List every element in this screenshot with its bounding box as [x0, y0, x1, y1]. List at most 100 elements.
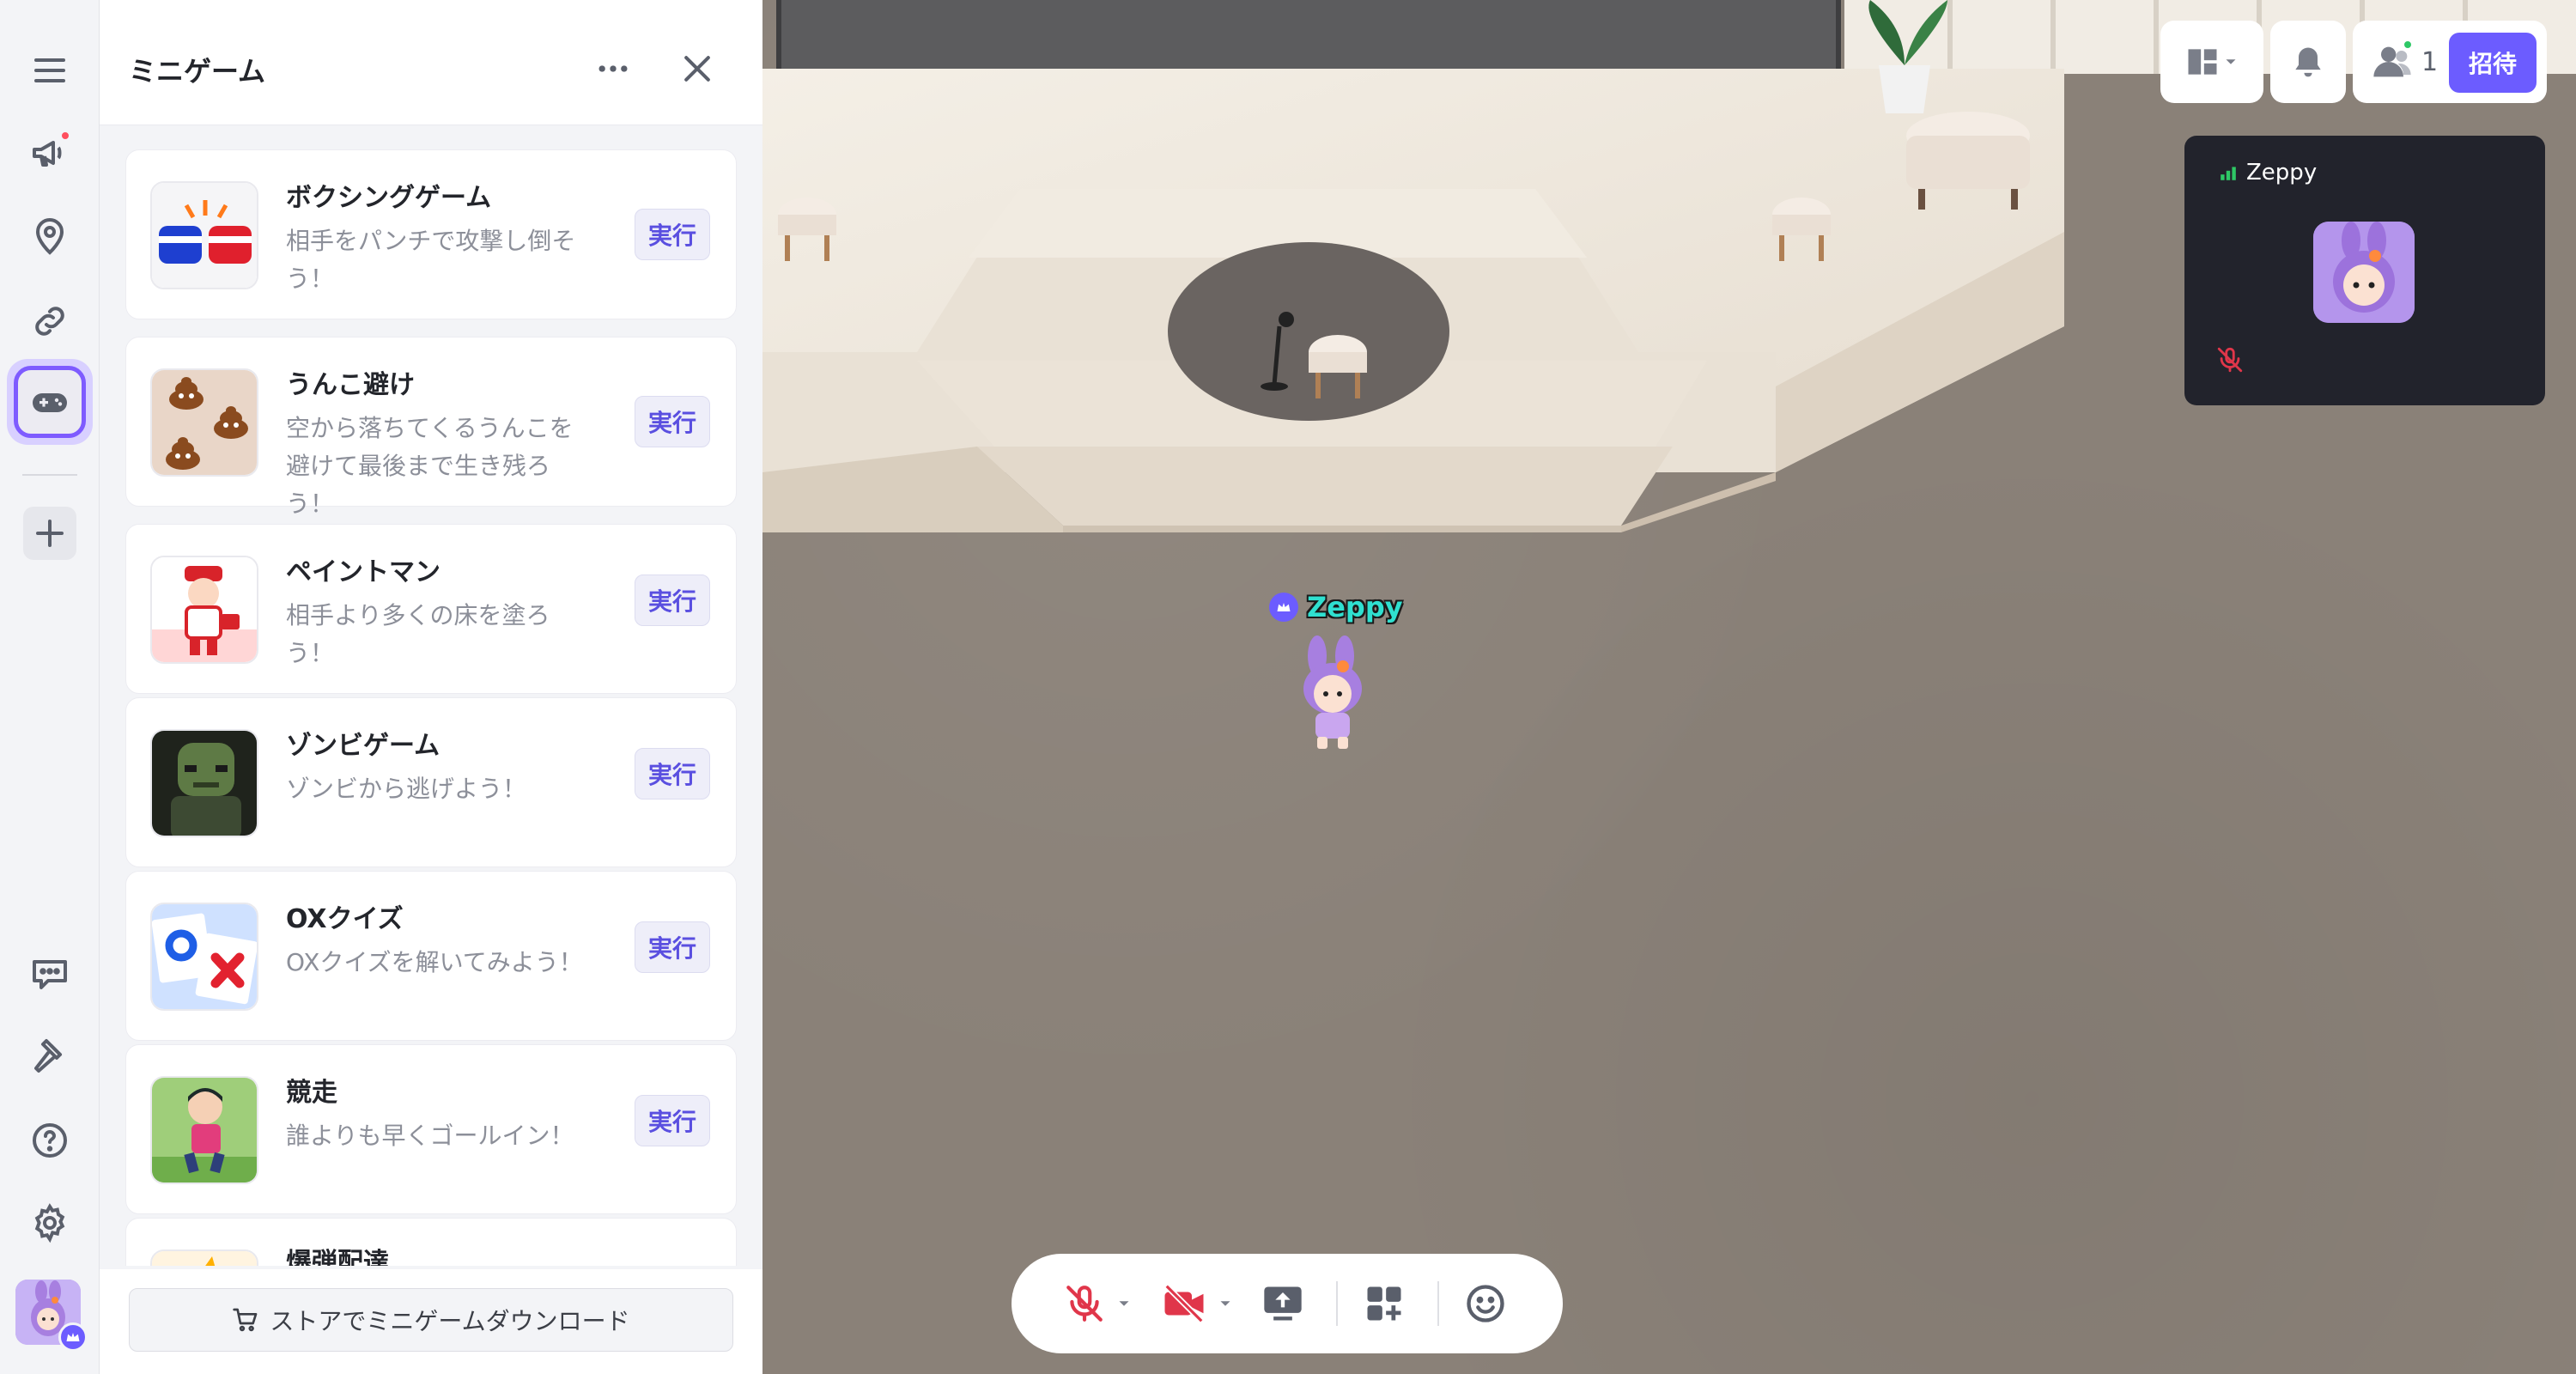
announcement-button[interactable]	[17, 120, 82, 185]
signal-strength-icon	[2221, 167, 2236, 180]
game-thumbnail-poop-dodge	[150, 368, 258, 477]
ox-quiz-icon	[152, 904, 257, 1009]
mic-off-icon	[1066, 1286, 1103, 1322]
camera-off-icon	[1164, 1284, 1204, 1323]
game-description: 相手をパンチで攻撃し倒そう！	[286, 227, 576, 293]
rail-divider	[22, 474, 77, 476]
location-pin-icon	[35, 218, 64, 255]
chevron-down-icon[interactable]	[1216, 1294, 1235, 1313]
participants-button[interactable]	[2370, 40, 2415, 84]
game-name: ボクシングゲーム	[286, 183, 492, 213]
game-thumbnail-boxing	[150, 181, 258, 289]
game-description: 誰よりも早くゴールイン！	[286, 1122, 574, 1150]
video-user-name: Zeppy	[2246, 160, 2318, 185]
game-description: ゾンビから逃げよう！	[286, 775, 527, 803]
game-name: うんこ避け	[286, 370, 415, 400]
runner-icon	[152, 1078, 257, 1182]
run-button-race[interactable]: 実行	[635, 1095, 710, 1146]
add-button[interactable]	[23, 507, 76, 560]
invite-button[interactable]: 招待	[2449, 33, 2537, 93]
gear-icon	[34, 1203, 65, 1243]
participant-count: 1	[2421, 46, 2439, 77]
apps-add-icon	[1367, 1286, 1401, 1321]
emoji-button[interactable]	[1463, 1278, 1508, 1329]
chevron-down-icon	[2226, 59, 2236, 64]
run-button-paintman[interactable]: 実行	[635, 575, 710, 626]
chat-icon	[33, 960, 67, 989]
notifications-button[interactable]	[2270, 21, 2346, 103]
media-toolbar	[1012, 1254, 1563, 1353]
close-panel-button[interactable]	[673, 45, 721, 93]
chat-button[interactable]	[17, 941, 82, 1006]
toolbar-divider	[1336, 1281, 1338, 1326]
game-name: ペイントマン	[286, 557, 440, 587]
run-button-boxing[interactable]: 実行	[635, 209, 710, 260]
plus-icon	[36, 520, 64, 547]
game-list: ボクシングゲーム 相手をパンチで攻撃し倒そう！ 実行 うんこ避け 空から落ちてく…	[125, 149, 737, 1266]
video-tile[interactable]: Zeppy	[2184, 136, 2545, 405]
link-icon	[35, 307, 64, 336]
game-card-race: 競走 誰よりも早くゴールイン！ 実行	[125, 1044, 737, 1214]
emoji-icon	[1467, 1285, 1504, 1322]
location-button[interactable]	[17, 204, 82, 270]
game-thumbnail-ox-quiz	[150, 903, 258, 1011]
apps-button[interactable]	[1362, 1278, 1406, 1329]
screen-share-icon	[1264, 1286, 1302, 1321]
bell-icon	[2295, 47, 2321, 77]
screen-share-button[interactable]	[1261, 1278, 1305, 1329]
character-name: Zeppy	[1307, 591, 1403, 623]
run-button-ox-quiz[interactable]: 実行	[635, 921, 710, 973]
character-nameplate: Zeppy	[1269, 591, 1403, 623]
game-card-ox-quiz: OXクイズ OXクイズを解いてみよう！ 実行	[125, 871, 737, 1041]
menu-icon	[34, 58, 65, 82]
paintman-icon	[152, 557, 257, 662]
link-button[interactable]	[17, 289, 82, 354]
menu-button[interactable]	[17, 38, 82, 103]
layout-toggle-button[interactable]	[2160, 21, 2263, 103]
my-avatar-button[interactable]	[15, 1280, 88, 1352]
game-thumbnail-bomb-delivery	[150, 1249, 258, 1266]
game-card-boxing: ボクシングゲーム 相手をパンチで攻撃し倒そう！ 実行	[125, 149, 737, 319]
panel-title: ミニゲーム	[129, 55, 266, 88]
game-name: 爆弾配達	[286, 1248, 389, 1266]
more-options-button[interactable]	[589, 45, 637, 93]
chevron-down-icon[interactable]	[1115, 1294, 1133, 1313]
zombie-icon	[152, 731, 257, 836]
help-button[interactable]	[17, 1108, 82, 1173]
game-card-paintman: ペイントマン 相手より多くの床を塗ろう！ 実行	[125, 524, 737, 694]
camera-toggle-button[interactable]	[1161, 1278, 1235, 1329]
video-mic-status	[2215, 345, 2245, 378]
layout-grid-icon	[2188, 49, 2217, 75]
crown-icon	[1277, 603, 1291, 611]
gamepad-icon	[33, 393, 67, 412]
settings-button[interactable]	[17, 1190, 82, 1255]
boxing-gloves-icon	[152, 183, 257, 288]
store-download-button[interactable]: ストアでミニゲームダウンロード	[129, 1288, 733, 1352]
run-button-poop-dodge[interactable]: 実行	[635, 396, 710, 447]
store-download-label: ストアでミニゲームダウンロード	[270, 1307, 630, 1335]
minigame-panel: ミニゲーム ボクシングゲーム 相手をパンチで攻撃し倒そう！ 実行 うんこ避け 空…	[100, 0, 762, 1374]
mic-toggle-button[interactable]	[1063, 1278, 1133, 1329]
poop-icon	[152, 370, 257, 475]
video-user-label: Zeppy	[2219, 160, 2317, 185]
game-thumbnail-race	[150, 1076, 258, 1184]
panel-header: ミニゲーム	[100, 0, 762, 125]
player-character[interactable]	[1291, 632, 1374, 752]
left-rail	[0, 0, 100, 1374]
build-button[interactable]	[17, 1024, 82, 1089]
avatar-icon	[2313, 222, 2415, 323]
game-card-bomb-delivery: 爆弾配達	[125, 1218, 737, 1266]
owner-badge	[58, 1322, 88, 1352]
game-description: 空から落ちてくるうんこを避けて最後まで生き残ろう！	[286, 414, 574, 518]
run-button-zombie[interactable]: 実行	[635, 748, 710, 799]
game-thumbnail-paintman	[150, 556, 258, 664]
online-status-dot	[2403, 40, 2413, 50]
crown-icon	[66, 1333, 80, 1341]
game-description: OXクイズを解いてみよう！	[286, 948, 583, 976]
game-card-zombie: ゾンビゲーム ゾンビから逃げよう！ 実行	[125, 697, 737, 867]
minigame-button[interactable]	[7, 359, 93, 445]
marble-stage	[762, 0, 2064, 532]
toolbar-divider	[1437, 1281, 1439, 1326]
game-name: 競走	[286, 1078, 337, 1108]
game-description: 相手より多くの床を塗ろう！	[286, 601, 550, 667]
